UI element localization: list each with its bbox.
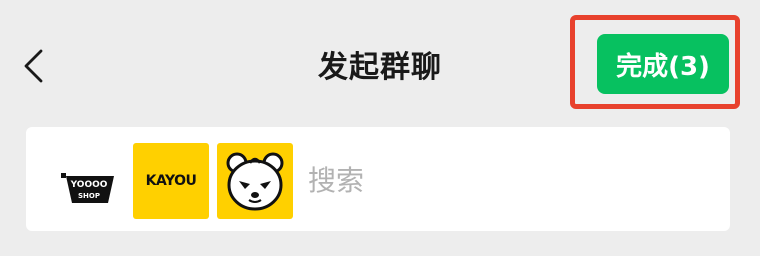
done-button[interactable]: 完成(3) (597, 34, 729, 94)
selected-member-avatar-yoooo-shop[interactable]: YOOOO SHOP (52, 143, 128, 219)
svg-text:YOOOO: YOOOO (70, 180, 108, 190)
kayou-logo-text: KAYOU (145, 173, 197, 189)
bear-face-icon (226, 152, 284, 211)
search-bar: YOOOO SHOP KAYOU (26, 127, 730, 231)
selected-member-avatar-kayou[interactable]: KAYOU (133, 143, 209, 219)
search-input[interactable] (308, 149, 708, 211)
svg-text:SHOP: SHOP (78, 192, 100, 200)
selected-member-avatar-bear[interactable] (217, 143, 293, 219)
yoooo-shop-logo: YOOOO SHOP (61, 173, 114, 203)
